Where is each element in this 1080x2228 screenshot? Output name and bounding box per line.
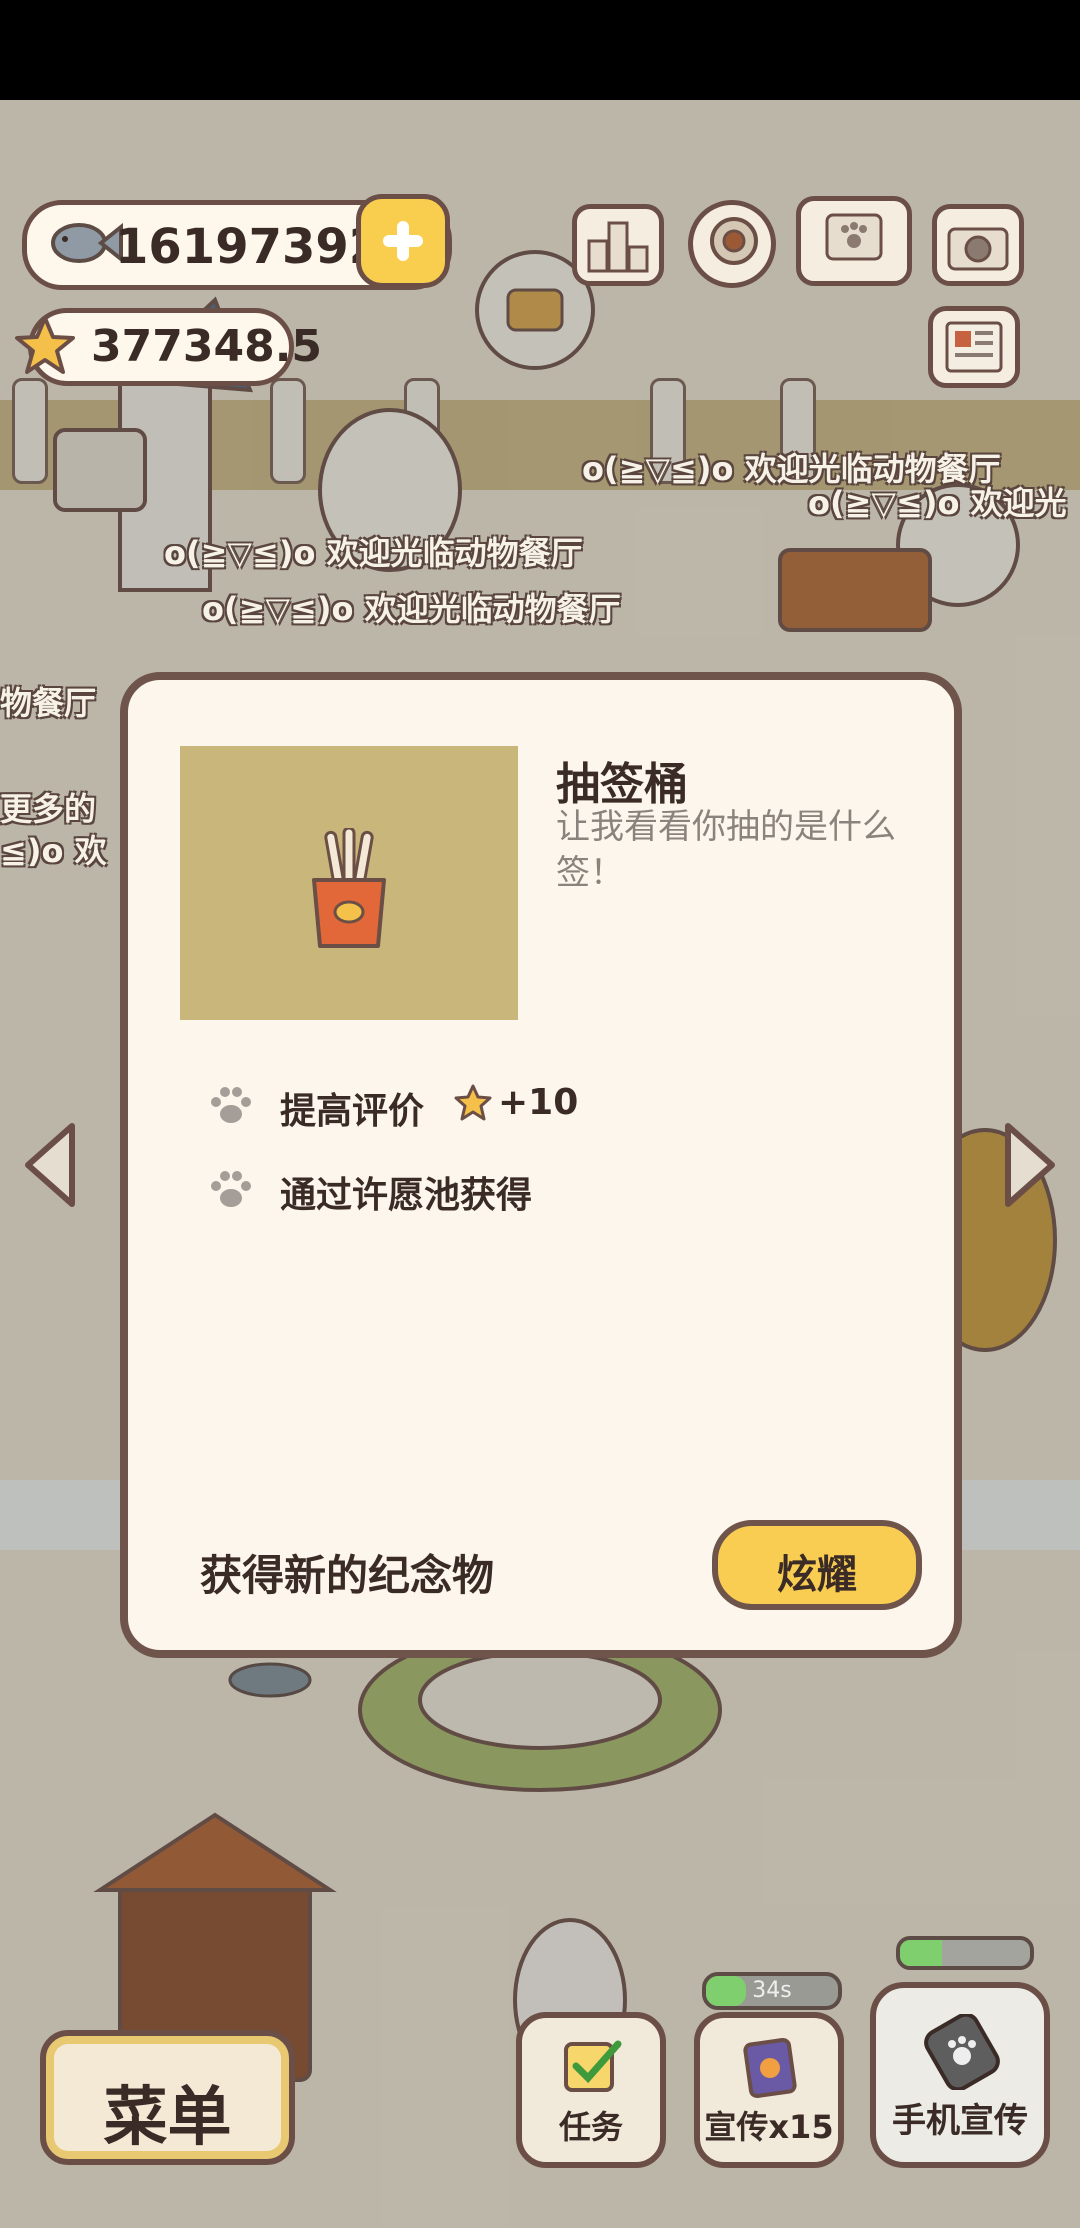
star-value: 377348.5 — [91, 321, 323, 372]
leaderboard-button[interactable] — [572, 204, 664, 286]
item-image — [180, 746, 518, 1020]
phone-promo-progress — [896, 1936, 1034, 1970]
item-description: 让我看看你抽的是什么签！ — [556, 807, 896, 893]
phone-promo-label: 手机宣传 — [892, 2101, 1028, 2141]
welcome-banner: o(≧▽≦)o 欢迎光 — [808, 484, 1067, 522]
settings-button[interactable] — [688, 200, 776, 288]
game-screen: o(≧▽≦)o 欢迎光临动物餐厅 o(≧▽≦)o 欢迎光 o(≧▽≦)o 欢迎光… — [0, 0, 1080, 2228]
newspaper-button[interactable] — [928, 306, 1020, 388]
new-souvenir-text: 获得新的纪念物 — [200, 1551, 495, 1600]
paw-icon — [211, 1087, 251, 1123]
item-title: 抽签桶 — [556, 759, 688, 810]
promo-button[interactable]: 宣传x15 — [694, 2012, 844, 2168]
promo-timer: 34s — [702, 1972, 842, 2010]
effect-text: 通过许愿池获得 — [280, 1175, 533, 1216]
welcome-banner: o(≧▽≦)o 欢迎光临动物餐厅 — [164, 534, 583, 572]
checklist-icon — [564, 2040, 622, 2092]
star-icon — [454, 1084, 492, 1121]
status-bar — [0, 0, 1080, 100]
star-icon — [15, 316, 75, 374]
welcome-banner: o(≧▽≦)o 欢迎光临动物餐厅 — [202, 590, 621, 628]
welcome-banner: 更多的 — [0, 790, 97, 828]
menu-button[interactable]: 菜单 — [40, 2030, 295, 2165]
show-off-button[interactable]: 炫耀 — [712, 1520, 922, 1610]
newspaper-icon — [945, 321, 1003, 373]
collection-book-button[interactable] — [796, 196, 912, 286]
menu-label: 菜单 — [103, 2081, 232, 2155]
plus-icon — [383, 221, 423, 261]
welcome-banner: ≦)o 欢 — [0, 832, 107, 870]
effect-text: 提高评价 — [280, 1091, 425, 1132]
next-arrow-icon[interactable] — [1000, 1120, 1060, 1210]
camera-button[interactable] — [932, 204, 1024, 286]
settings-gear-icon — [710, 217, 758, 265]
camera-icon — [947, 227, 1009, 271]
promo-flyer-icon — [743, 2037, 797, 2099]
phone-paw-icon — [924, 2014, 1000, 2090]
paw-book-icon — [825, 213, 883, 261]
task-label: 任务 — [558, 2108, 623, 2146]
previous-arrow-icon[interactable] — [20, 1120, 80, 1210]
rating-bonus: +10 — [498, 1082, 579, 1123]
show-off-label: 炫耀 — [777, 1552, 857, 1598]
task-button[interactable]: 任务 — [516, 2012, 666, 2168]
souvenir-dialog: 抽签桶 让我看看你抽的是什么签！ 提高评价 +10 通过许愿池获得 获得新的纪念… — [120, 672, 962, 1658]
fortune-stick-bucket-icon — [312, 828, 386, 948]
paw-icon — [211, 1171, 251, 1207]
phone-promo-button[interactable]: 手机宣传 — [870, 1982, 1050, 2168]
fish-icon — [51, 222, 123, 264]
add-fish-button[interactable] — [356, 194, 450, 288]
promo-label: 宣传x15 — [704, 2108, 834, 2146]
leaderboard-icon — [587, 221, 649, 273]
welcome-banner: 物餐厅 — [0, 684, 97, 722]
